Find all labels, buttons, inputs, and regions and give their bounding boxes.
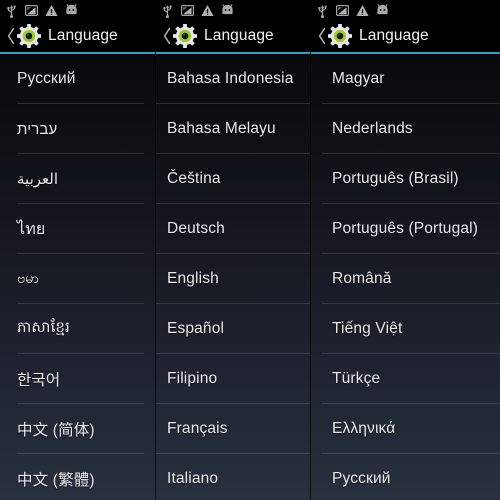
list-item[interactable]: Italiano: [156, 454, 311, 500]
list-item[interactable]: Français: [156, 404, 311, 454]
list-item[interactable]: ဗမာ: [0, 254, 156, 304]
usb-icon: [160, 3, 175, 18]
list-item[interactable]: Türkçe: [311, 354, 500, 404]
language-label: Italiano: [167, 470, 219, 487]
language-label: Română: [332, 270, 392, 287]
language-panel-1: Language Русский עברית العربية ไทย ဗမာ ភាសាខ្ម…: [0, 0, 156, 500]
settings-gear-icon[interactable]: [17, 24, 41, 48]
language-label: Tiếng Việt: [332, 320, 403, 337]
usb-icon: [315, 3, 330, 18]
language-label: Filipino: [167, 370, 218, 387]
accent-underline: [156, 52, 311, 54]
back-chevron-icon[interactable]: [161, 26, 172, 46]
status-bar: [311, 0, 500, 20]
list-item[interactable]: עברית: [0, 104, 156, 154]
list-item[interactable]: Русский: [311, 454, 500, 500]
usb-icon: [4, 3, 19, 18]
language-label: ភាសាខ្មែរ: [17, 319, 70, 336]
language-label: Русский: [332, 470, 391, 487]
language-label: Türkçe: [332, 370, 381, 387]
language-label: Nederlands: [332, 120, 413, 137]
screenshot-icon: [180, 3, 195, 18]
panel-divider: [310, 0, 311, 500]
list-item[interactable]: Português (Brasil): [311, 154, 500, 204]
action-bar: Language: [311, 20, 500, 52]
action-bar: Language: [0, 20, 156, 52]
language-label: Deutsch: [167, 220, 225, 237]
list-item[interactable]: Deutsch: [156, 204, 311, 254]
list-item[interactable]: Magyar: [311, 54, 500, 104]
language-label: Bahasa Indonesia: [167, 70, 294, 87]
language-list: Bahasa Indonesia Bahasa Melayu Čeština Deut…: [156, 54, 311, 500]
page-title: Language: [359, 27, 429, 44]
language-panel-3: Language Magyar Nederlands Português (Brasi…: [311, 0, 500, 500]
list-item[interactable]: 한국어: [0, 354, 156, 404]
list-item[interactable]: Filipino: [156, 354, 311, 404]
back-chevron-icon[interactable]: [316, 26, 327, 46]
language-label: Čeština: [167, 170, 221, 187]
list-item[interactable]: ភាសាខ្មែរ: [0, 304, 156, 354]
language-settings-screen: Language Русский עברית العربية ไทย ဗမာ ភាសាខ្ម…: [0, 0, 500, 500]
status-bar: [0, 0, 156, 20]
language-label: 中文 (繁體): [17, 472, 95, 489]
accent-underline: [311, 52, 500, 54]
screenshot-icon: [24, 3, 39, 18]
language-label: 한국어: [17, 372, 61, 389]
language-label: Русский: [17, 70, 76, 87]
language-label: Français: [167, 420, 228, 437]
list-item[interactable]: العربية: [0, 154, 156, 204]
language-list: Magyar Nederlands Português (Brasil) Portug…: [311, 54, 500, 500]
language-panel-2: Language Bahasa Indonesia Bahasa Melayu Češ…: [156, 0, 311, 500]
android-robot-icon: [64, 3, 79, 18]
language-label: 中文 (简体): [17, 422, 95, 439]
language-label: Español: [167, 320, 225, 337]
language-label: עברית: [17, 120, 58, 138]
list-item[interactable]: English: [156, 254, 311, 304]
android-robot-icon: [375, 3, 390, 18]
list-item[interactable]: Русский: [0, 54, 156, 104]
list-item[interactable]: Bahasa Indonesia: [156, 54, 311, 104]
list-item[interactable]: Português (Portugal): [311, 204, 500, 254]
list-item[interactable]: Tiếng Việt: [311, 304, 500, 354]
action-bar: Language: [156, 20, 311, 52]
list-item[interactable]: ไทย: [0, 204, 156, 254]
list-item[interactable]: Ελληνικά: [311, 404, 500, 454]
warning-triangle-icon: [44, 3, 59, 18]
language-label: ဗမာ: [17, 269, 40, 286]
list-item[interactable]: Español: [156, 304, 311, 354]
panel-divider: [155, 0, 156, 500]
list-item[interactable]: Bahasa Melayu: [156, 104, 311, 154]
list-item[interactable]: Čeština: [156, 154, 311, 204]
page-title: Language: [48, 27, 118, 44]
android-robot-icon: [220, 3, 235, 18]
status-bar: [156, 0, 311, 20]
language-label: Português (Portugal): [332, 220, 479, 237]
language-label: Bahasa Melayu: [167, 120, 276, 137]
language-label: Magyar: [332, 70, 385, 87]
list-item[interactable]: Nederlands: [311, 104, 500, 154]
language-list: Русский עברית العربية ไทย ဗမာ ភាសាខ្មែរ 한국어 中文 …: [0, 54, 156, 500]
language-label: ไทย: [17, 220, 46, 238]
settings-gear-icon[interactable]: [173, 24, 197, 48]
settings-gear-icon[interactable]: [328, 24, 352, 48]
back-chevron-icon[interactable]: [5, 26, 16, 46]
warning-triangle-icon: [355, 3, 370, 18]
language-label: العربية: [17, 171, 58, 188]
language-label: English: [167, 270, 219, 287]
list-item[interactable]: Română: [311, 254, 500, 304]
warning-triangle-icon: [200, 3, 215, 18]
list-item[interactable]: 中文 (简体): [0, 404, 156, 454]
page-title: Language: [204, 27, 274, 44]
language-label: Português (Brasil): [332, 170, 459, 187]
language-label: Ελληνικά: [332, 420, 396, 437]
screenshot-icon: [335, 3, 350, 18]
accent-underline: [0, 52, 156, 54]
list-item[interactable]: 中文 (繁體): [0, 454, 156, 500]
